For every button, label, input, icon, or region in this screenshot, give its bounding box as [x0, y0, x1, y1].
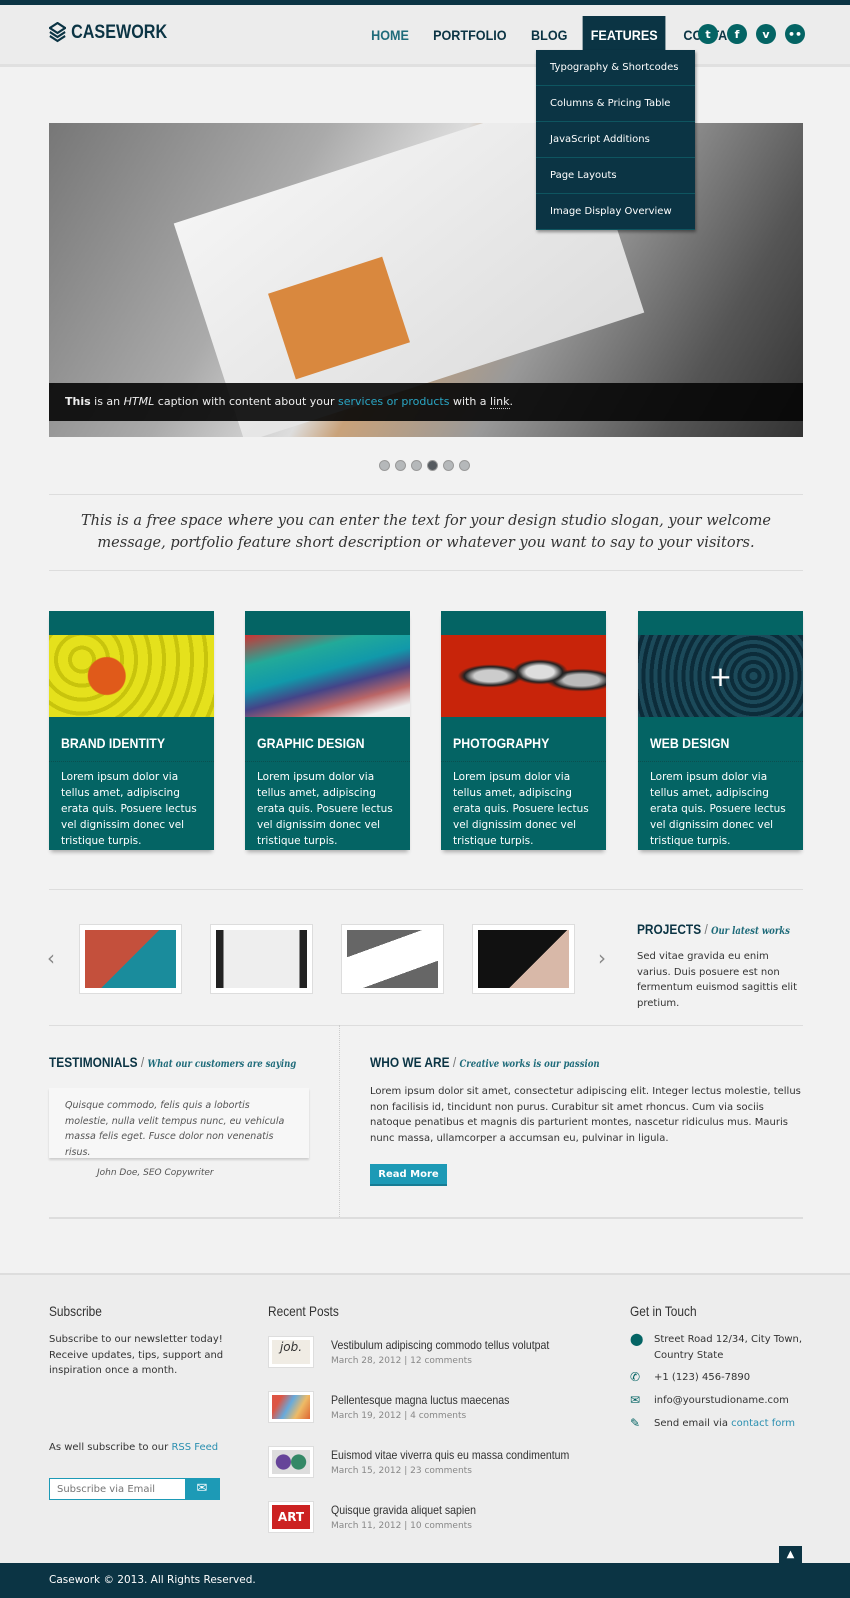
service-card[interactable]: BRAND IDENTITY Lorem ipsum dolor via tel… — [49, 611, 214, 850]
slide-dot[interactable] — [411, 460, 422, 471]
address: Street Road 12/34, City Town, Country St… — [654, 1334, 803, 1361]
nav-features[interactable]: FEATURES — [582, 16, 666, 50]
project-thumbnail[interactable] — [341, 924, 444, 994]
contact-heading: Get in Touch — [630, 1303, 697, 1319]
service-title: BRAND IDENTITY — [61, 735, 166, 751]
service-image — [441, 635, 606, 717]
service-card[interactable]: + WEB DESIGN Lorem ipsum dolor via tellu… — [638, 611, 803, 850]
service-text: Lorem ipsum dolor via tellus amet, adipi… — [650, 771, 786, 847]
map-pin-icon: ⬤ — [630, 1332, 644, 1346]
dropdown-item[interactable]: Image Display Overview — [536, 194, 695, 230]
slide-dot[interactable] — [395, 460, 406, 471]
logo-text: CASEWORK — [71, 22, 168, 43]
twitter-icon[interactable]: t — [698, 24, 718, 44]
chevron-left-icon[interactable]: ‹ — [47, 946, 55, 970]
slide-dot[interactable] — [443, 460, 454, 471]
divider — [49, 494, 803, 495]
rss-text: As well subscribe to our RSS Feed — [49, 1442, 219, 1453]
recent-post[interactable]: ART Quisque gravida aliquet sapien March 1… — [268, 1501, 618, 1537]
testimonials-heading: TESTIMONIALS / What our customers are sa… — [49, 1054, 297, 1070]
projects-heading: PROJECTS / Our latest works — [637, 921, 790, 937]
subscribe-heading: Subscribe — [49, 1303, 102, 1319]
contact-form-link[interactable]: contact form — [731, 1418, 795, 1429]
layers-icon — [49, 22, 66, 43]
who-heading: WHO WE ARE / Creative works is our passi… — [370, 1054, 600, 1070]
slider-pagination — [379, 460, 470, 471]
testimonial-author: John Doe, SEO Copywriter — [97, 1168, 214, 1178]
subscribe-text: Subscribe to our newsletter today! Recei… — [49, 1334, 224, 1376]
copyright: Casework © 2013. All Rights Reserved. — [0, 1563, 850, 1598]
recent-post[interactable]: Euismod vitae viverra quis eu massa cond… — [268, 1446, 618, 1482]
recent-post[interactable]: Pellentesque magna luctus maecenas March … — [268, 1391, 618, 1427]
slide-dot[interactable] — [379, 460, 390, 471]
dropdown-item[interactable]: Typography & Shortcodes — [536, 50, 695, 86]
rss-link[interactable]: RSS Feed — [171, 1442, 218, 1453]
email-input[interactable] — [50, 1479, 185, 1499]
dropdown-item[interactable]: JavaScript Additions — [536, 122, 695, 158]
back-to-top-icon[interactable]: ▲ — [779, 1546, 802, 1563]
service-image — [49, 635, 214, 717]
facebook-icon[interactable]: f — [727, 24, 747, 44]
slide-dot-active[interactable] — [427, 460, 438, 471]
service-image — [245, 635, 410, 717]
recent-post[interactable]: job. Vestibulum adipiscing commodo tellus… — [268, 1336, 618, 1372]
divider — [49, 570, 803, 571]
pencil-icon: ✎ — [630, 1416, 641, 1430]
main-nav: HOME PORTFOLIO BLOG FEATURES CONTACT — [360, 16, 756, 50]
divider — [49, 1025, 803, 1026]
project-thumbnail[interactable] — [472, 924, 575, 994]
read-more-button[interactable]: Read More — [370, 1164, 447, 1186]
dropdown-item[interactable]: Columns & Pricing Table — [536, 86, 695, 122]
nav-blog[interactable]: BLOG — [523, 16, 576, 50]
contact-form-text: Send email via contact form — [654, 1418, 796, 1429]
service-text: Lorem ipsum dolor via tellus amet, adipi… — [61, 771, 197, 847]
divider — [49, 889, 803, 890]
slide-dot[interactable] — [459, 460, 470, 471]
subscribe-form: ✉ — [49, 1478, 220, 1500]
logo[interactable]: CASEWORK — [49, 22, 167, 44]
mail-icon: ✉ — [630, 1393, 641, 1407]
who-text: Lorem ipsum dolor sit amet, consectetur … — [370, 1086, 801, 1144]
dropdown-item[interactable]: Page Layouts — [536, 158, 695, 194]
plus-icon: + — [638, 635, 803, 717]
slogan: This is a free space where you can enter… — [80, 513, 772, 551]
service-title: GRAPHIC DESIGN — [257, 735, 365, 751]
column-divider — [339, 1025, 340, 1217]
divider — [49, 1217, 803, 1219]
caption-link[interactable]: link — [490, 395, 510, 409]
services-link[interactable]: services or products — [338, 395, 449, 408]
slide-caption: This is an HTML caption with content abo… — [49, 383, 803, 421]
projects-text: Sed vitae gravida eu enim varius. Duis p… — [637, 951, 797, 1009]
chevron-right-icon[interactable]: › — [598, 946, 606, 970]
project-thumbnail[interactable] — [79, 924, 182, 994]
service-text: Lorem ipsum dolor via tellus amet, adipi… — [453, 771, 589, 847]
phone: +1 (123) 456-7890 — [654, 1372, 751, 1383]
social-links: t f v •• — [698, 24, 805, 44]
project-thumbnail[interactable] — [210, 924, 313, 994]
service-card[interactable]: GRAPHIC DESIGN Lorem ipsum dolor via tel… — [245, 611, 410, 850]
envelope-icon[interactable]: ✉ — [185, 1479, 219, 1499]
flickr-icon[interactable]: •• — [785, 24, 805, 44]
service-text: Lorem ipsum dolor via tellus amet, adipi… — [257, 771, 393, 847]
service-title: PHOTOGRAPHY — [453, 735, 550, 751]
phone-icon: ✆ — [630, 1370, 641, 1384]
nav-home[interactable]: HOME — [363, 16, 417, 50]
service-title: WEB DESIGN — [650, 735, 730, 751]
recent-posts-heading: Recent Posts — [268, 1303, 339, 1319]
features-dropdown: Typography & Shortcodes Columns & Pricin… — [536, 50, 695, 230]
vimeo-icon[interactable]: v — [756, 24, 776, 44]
email[interactable]: info@yourstudioname.com — [654, 1393, 789, 1409]
service-card[interactable]: PHOTOGRAPHY Lorem ipsum dolor via tellus… — [441, 611, 606, 850]
nav-portfolio[interactable]: PORTFOLIO — [425, 16, 515, 50]
testimonial-quote: Quisque commodo, felis quis a lobortis m… — [49, 1088, 309, 1158]
